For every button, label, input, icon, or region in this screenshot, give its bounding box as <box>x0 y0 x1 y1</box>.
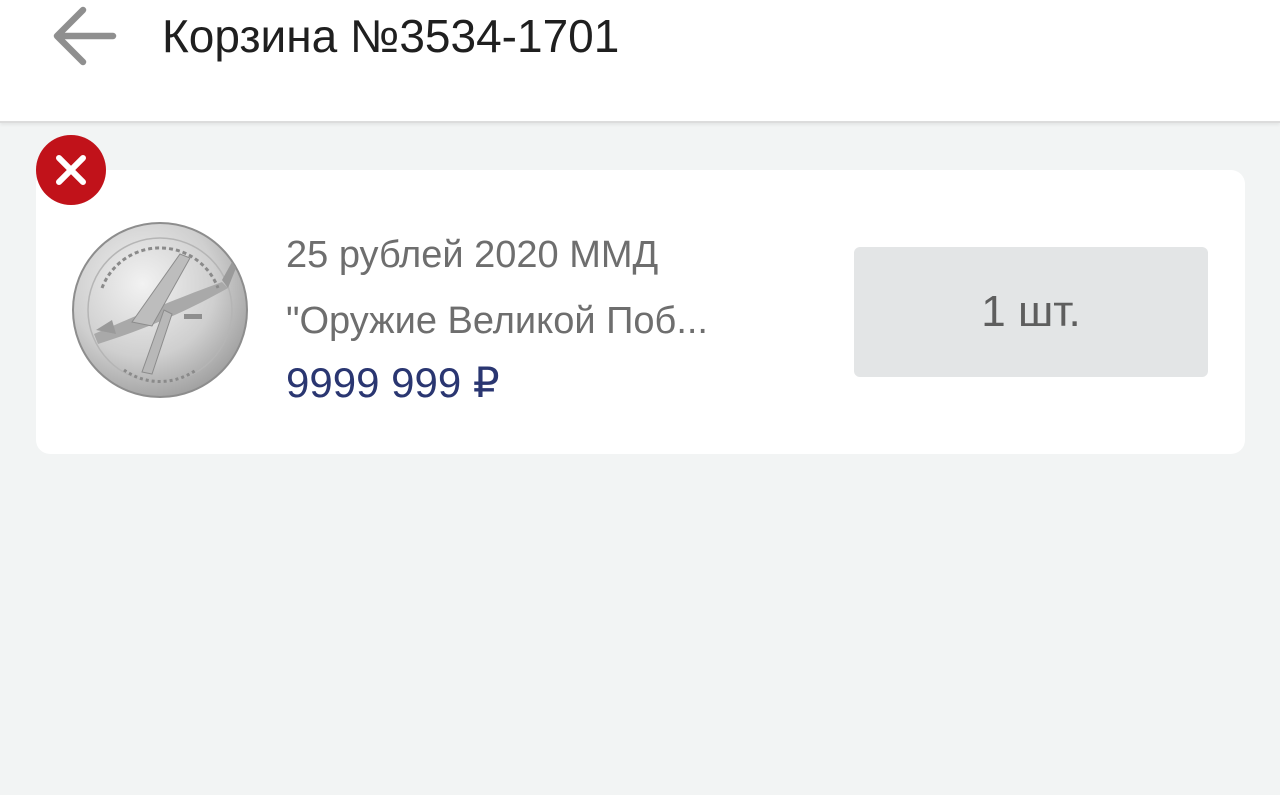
arrow-left-icon <box>53 6 117 66</box>
item-name: 25 рублей 2020 ММД "Оружие Великой Поб..… <box>286 222 806 354</box>
page-title: Корзина №3534-1701 <box>162 10 620 62</box>
item-name-line-2: "Оружие Великой Поб... <box>286 300 708 342</box>
quantity-label: 1 шт. <box>981 287 1081 336</box>
quantity-button[interactable]: 1 шт. <box>854 247 1208 377</box>
app-bar: Корзина №3534-1701 <box>0 0 1280 123</box>
item-price: 9999 999 ₽ <box>286 359 500 406</box>
close-icon <box>56 155 86 185</box>
coin-image <box>72 222 248 398</box>
item-name-line-1: 25 рублей 2020 ММД <box>286 234 659 276</box>
back-button[interactable] <box>38 0 128 72</box>
remove-item-button[interactable] <box>36 135 106 205</box>
